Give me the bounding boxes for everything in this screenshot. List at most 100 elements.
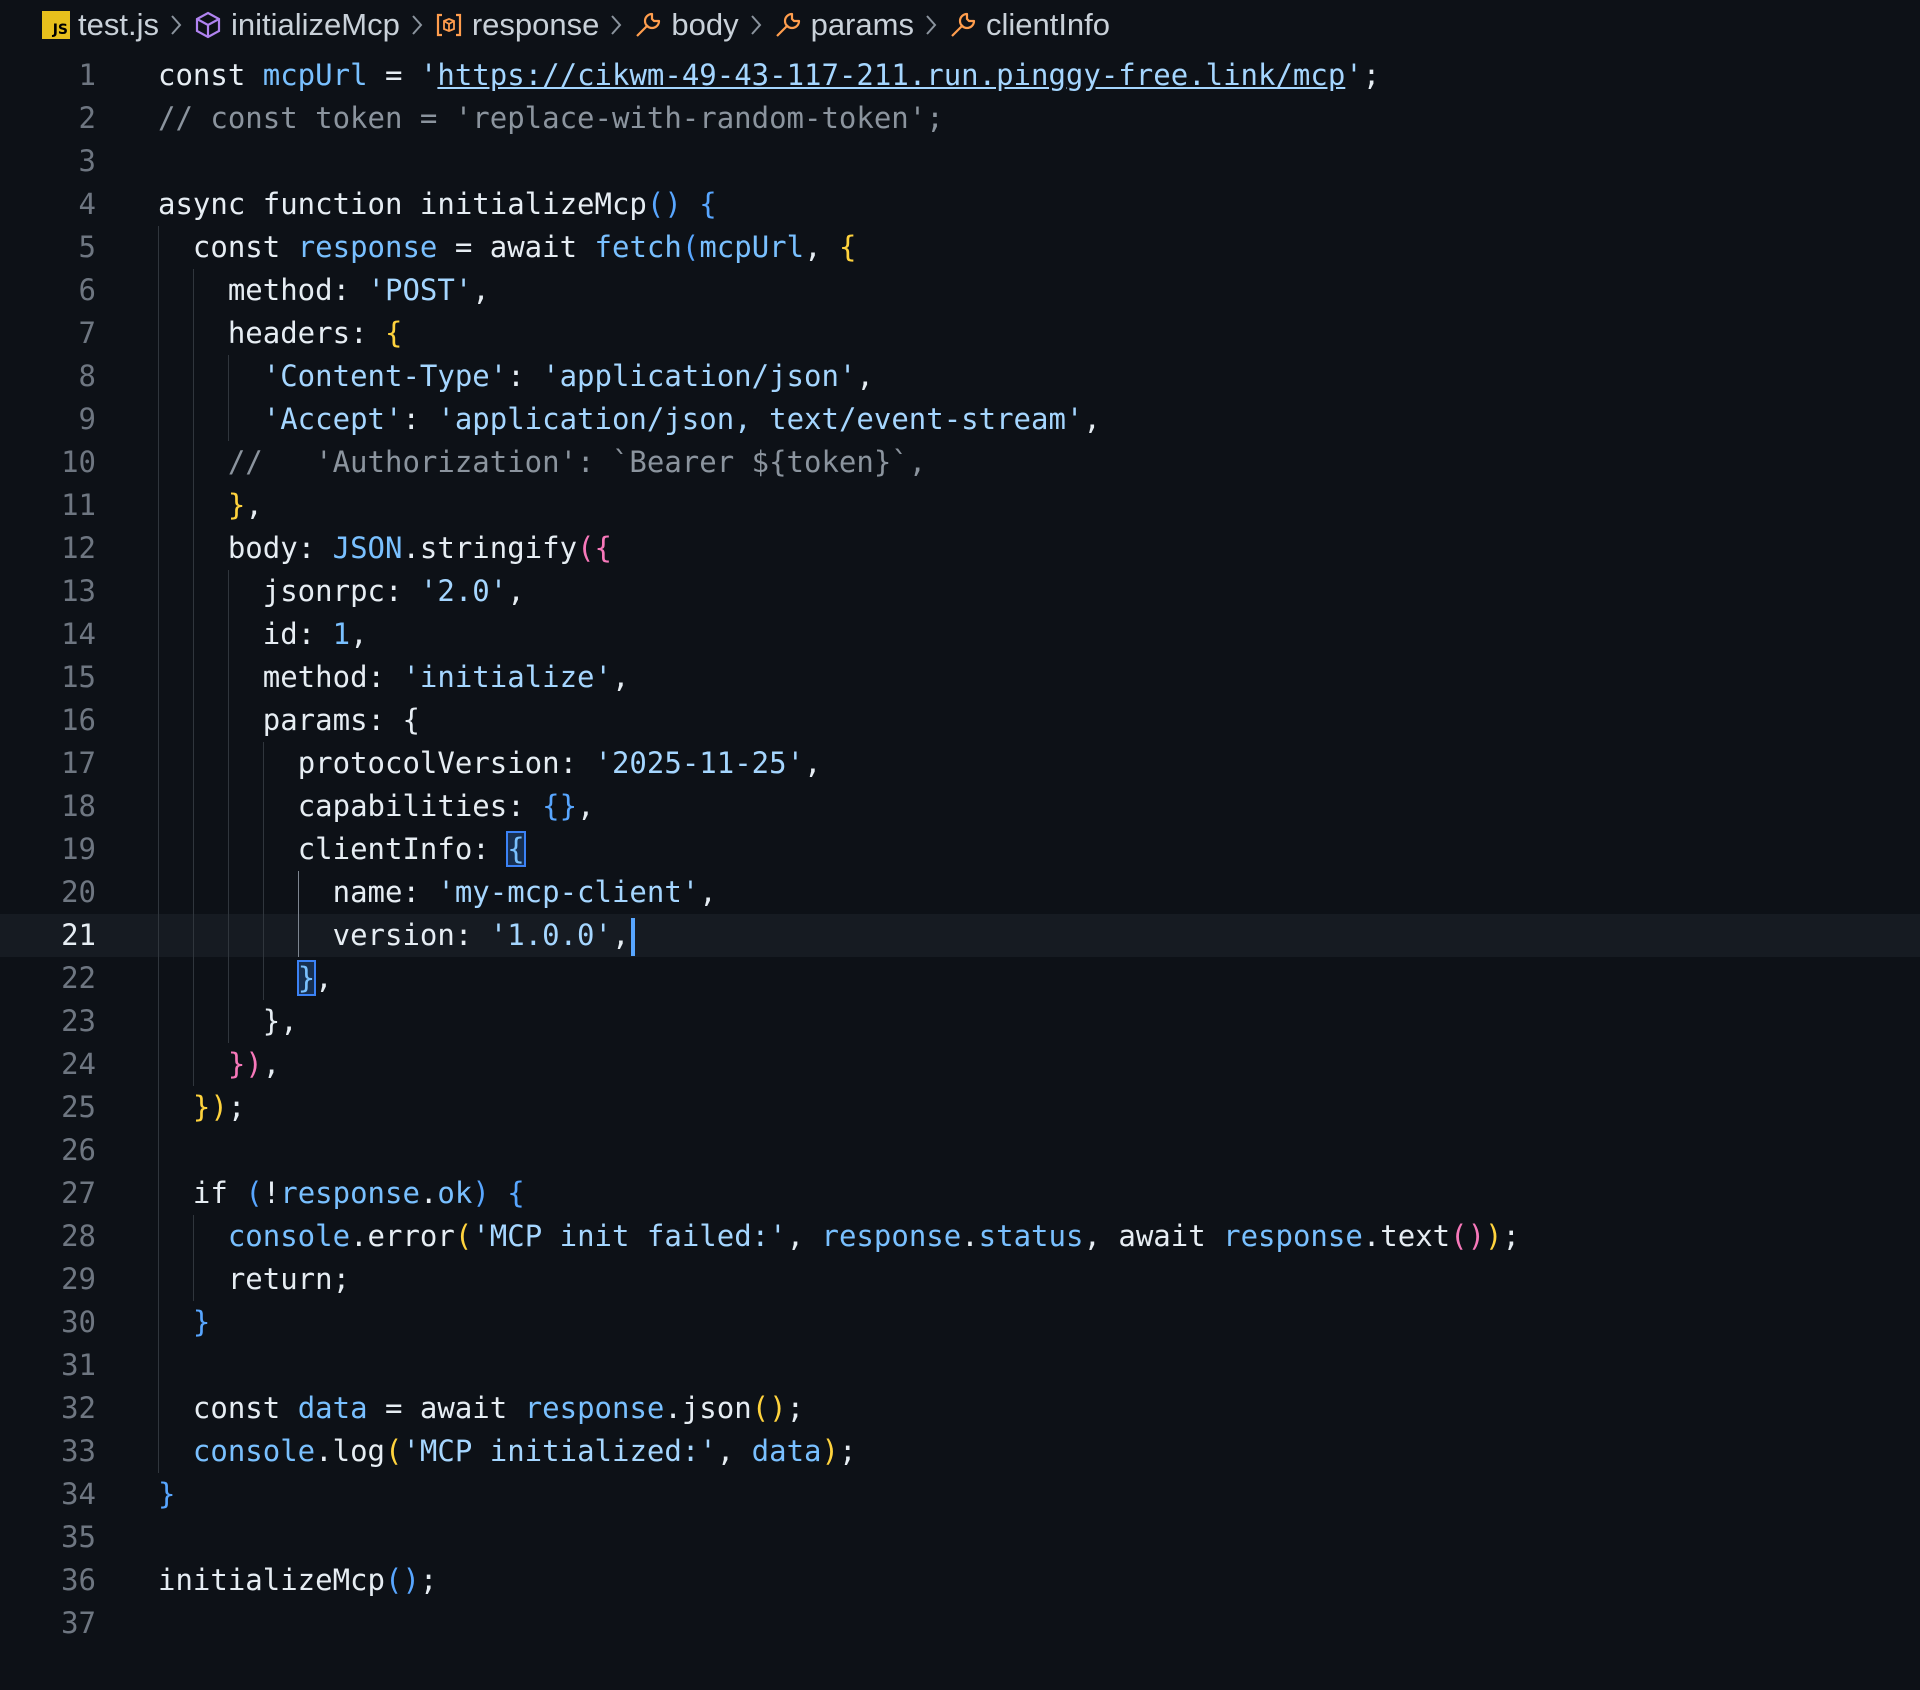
code-token: , bbox=[350, 617, 368, 651]
chevron-right-icon bbox=[410, 13, 424, 37]
code-token: , bbox=[804, 230, 839, 264]
code-line[interactable]: 34} bbox=[0, 1473, 1920, 1516]
code-token: { bbox=[402, 703, 420, 737]
code-token: ; bbox=[1502, 1219, 1520, 1253]
code-token: }) bbox=[227, 1047, 263, 1081]
line-number: 23 bbox=[61, 1004, 96, 1038]
code-text: clientInfo: { bbox=[158, 828, 526, 871]
code-line[interactable]: 15 method: 'initialize', bbox=[0, 656, 1920, 699]
code-token: const bbox=[192, 1391, 298, 1425]
code-text: name: 'my-mcp-client', bbox=[158, 871, 717, 914]
code-token: , bbox=[804, 746, 822, 780]
breadcrumb-item-label: response bbox=[471, 7, 600, 42]
code-line[interactable]: 31 bbox=[0, 1344, 1920, 1387]
code-line[interactable]: 23 }, bbox=[0, 1000, 1920, 1043]
code-token: : bbox=[350, 316, 385, 350]
code-line[interactable]: 28 console.error('MCP init failed:', res… bbox=[0, 1215, 1920, 1258]
code-token: '2025-11-25' bbox=[594, 746, 805, 780]
code-token: text bbox=[1380, 1219, 1451, 1253]
code-token: , bbox=[507, 574, 525, 608]
code-token: const bbox=[158, 58, 263, 92]
code-line[interactable]: 7 headers: { bbox=[0, 312, 1920, 355]
line-number: 36 bbox=[61, 1563, 96, 1597]
code-line[interactable]: 1 const mcpUrl = 'https://cikwm-49-43-117… bbox=[0, 54, 1920, 97]
code-line[interactable]: 35 bbox=[0, 1516, 1920, 1559]
code-token: , bbox=[716, 1434, 752, 1468]
code-token: ; bbox=[227, 1090, 246, 1124]
code-line[interactable]: 8 'Content-Type': 'application/json', bbox=[0, 355, 1920, 398]
code-token: () bbox=[751, 1391, 787, 1425]
line-number: 15 bbox=[61, 660, 96, 694]
code-text: // const token = 'replace-with-random-to… bbox=[158, 97, 944, 140]
code-token: . bbox=[315, 1434, 333, 1468]
code-token: response bbox=[1223, 1219, 1363, 1253]
breadcrumb-file[interactable]: JS test.js bbox=[42, 7, 159, 43]
breadcrumb-item-property[interactable]: body bbox=[633, 7, 739, 43]
code-line[interactable]: 6 method: 'POST', bbox=[0, 269, 1920, 312]
code-line[interactable]: 29 return; bbox=[0, 1258, 1920, 1301]
code-line[interactable]: 17 protocolVersion: '2025-11-25', bbox=[0, 742, 1920, 785]
code-line[interactable]: 37 bbox=[0, 1602, 1920, 1645]
code-text: return; bbox=[158, 1258, 350, 1301]
code-line[interactable]: 19 clientInfo: { bbox=[0, 828, 1920, 871]
line-number: 16 bbox=[61, 703, 96, 737]
code-line[interactable]: 12 body: JSON.stringify({ bbox=[0, 527, 1920, 570]
line-number: 31 bbox=[61, 1348, 96, 1382]
wrench-icon bbox=[633, 10, 663, 40]
code-text: if (!response.ok) { bbox=[158, 1172, 525, 1215]
code-line[interactable]: 13 jsonrpc: '2.0', bbox=[0, 570, 1920, 613]
code-line[interactable]: 27 if (!response.ok) { bbox=[0, 1172, 1920, 1215]
code-line[interactable]: 20 name: 'my-mcp-client', bbox=[0, 871, 1920, 914]
code-token: response bbox=[280, 1176, 420, 1210]
code-line[interactable]: 24 }), bbox=[0, 1043, 1920, 1086]
breadcrumb-item-property[interactable]: clientInfo bbox=[948, 7, 1110, 43]
code-token: ) { bbox=[472, 1176, 525, 1210]
code-line[interactable]: 3 bbox=[0, 140, 1920, 183]
code-line[interactable]: 25 }); bbox=[0, 1086, 1920, 1129]
code-line[interactable]: 4 async function initializeMcp() { bbox=[0, 183, 1920, 226]
code-token: () bbox=[1450, 1219, 1486, 1253]
javascript-file-icon: JS bbox=[42, 11, 70, 39]
code-token: // const token = 'replace-with-random-to… bbox=[158, 101, 944, 135]
code-line[interactable]: 18 capabilities: {}, bbox=[0, 785, 1920, 828]
code-text: }, bbox=[158, 484, 263, 527]
code-line[interactable]: 21 version: '1.0.0', bbox=[0, 914, 1920, 957]
code-line[interactable]: 30 } bbox=[0, 1301, 1920, 1344]
code-line[interactable]: 33 console.log('MCP initialized:', data)… bbox=[0, 1430, 1920, 1473]
code-token: await bbox=[489, 230, 595, 264]
code-token: = bbox=[367, 58, 420, 92]
line-number: 14 bbox=[61, 617, 96, 651]
indent-guide bbox=[192, 1215, 194, 1301]
breadcrumb-item-property[interactable]: params bbox=[773, 7, 914, 43]
breadcrumb-item-function[interactable]: initializeMcp bbox=[193, 7, 400, 43]
code-token: jsonrpc bbox=[262, 574, 385, 608]
code-line[interactable]: 10 // 'Authorization': `Bearer ${token}`… bbox=[0, 441, 1920, 484]
breadcrumb-item-variable[interactable]: response bbox=[434, 7, 600, 43]
code-line[interactable]: 36 initializeMcp(); bbox=[0, 1559, 1920, 1602]
code-token: response bbox=[297, 230, 438, 264]
code-line[interactable]: 9 'Accept': 'application/json, text/even… bbox=[0, 398, 1920, 441]
wrench-icon bbox=[948, 10, 978, 40]
code-line[interactable]: 32 const data = await response.json(); bbox=[0, 1387, 1920, 1430]
code-token: // 'Authorization': `Bearer ${token}`, bbox=[227, 445, 927, 479]
code-line[interactable]: 26 bbox=[0, 1129, 1920, 1172]
code-token: params bbox=[262, 703, 368, 737]
code-token: ) bbox=[1485, 1219, 1503, 1253]
code-token: version bbox=[332, 918, 455, 952]
code-line[interactable]: 14 id: 1, bbox=[0, 613, 1920, 656]
code-line[interactable]: 22 }, bbox=[0, 957, 1920, 1000]
code-line[interactable]: 11 }, bbox=[0, 484, 1920, 527]
code-line[interactable]: 16 params: { bbox=[0, 699, 1920, 742]
code-token: ( bbox=[385, 1434, 403, 1468]
code-line[interactable]: 2 // const token = 'replace-with-random-t… bbox=[0, 97, 1920, 140]
code-token: 'application/json' bbox=[542, 359, 857, 393]
code-token: : bbox=[507, 359, 543, 393]
line-number: 8 bbox=[78, 359, 96, 393]
wrench-icon bbox=[773, 10, 803, 40]
code-token: const bbox=[192, 230, 298, 264]
code-line[interactable]: 5 const response = await fetch(mcpUrl, { bbox=[0, 226, 1920, 269]
code-editor[interactable]: 1 const mcpUrl = 'https://cikwm-49-43-117… bbox=[0, 50, 1920, 1690]
